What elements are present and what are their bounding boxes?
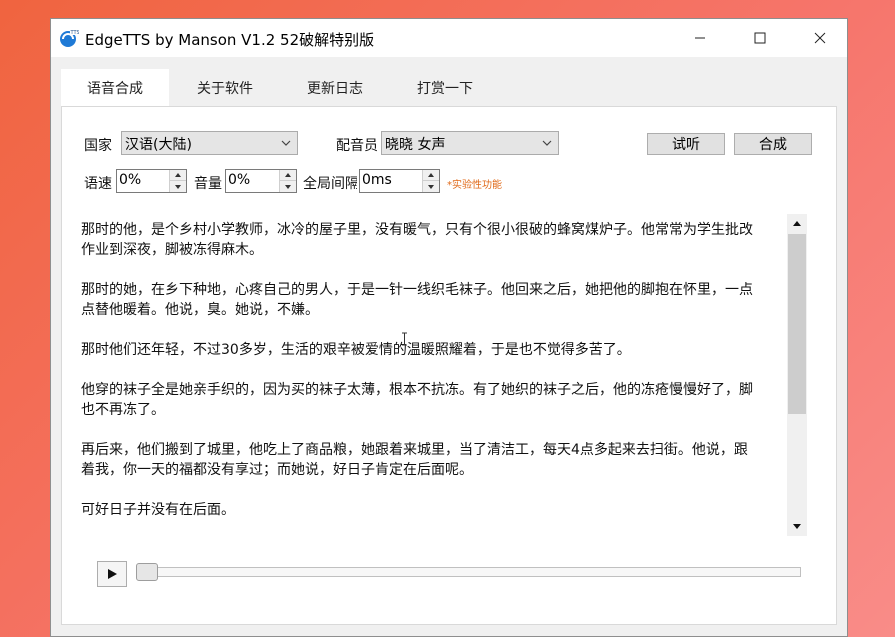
scrollbar-thumb[interactable] xyxy=(788,234,806,414)
spin-down-icon[interactable] xyxy=(280,181,296,192)
maximize-button[interactable] xyxy=(737,19,783,57)
close-button[interactable] xyxy=(797,19,843,57)
chevron-down-icon xyxy=(542,140,552,146)
scroll-down-icon[interactable] xyxy=(789,518,805,534)
volume-label: 音量 xyxy=(194,176,222,192)
volume-value: 0% xyxy=(228,172,251,188)
text-paragraph: 再后来，他们搬到了城里，他吃上了商品粮，她跟着来城里，当了清洁工，每天4点多起来… xyxy=(81,442,748,478)
minimize-icon xyxy=(695,37,705,39)
text-paragraph: 那时他们还年轻，不过30多岁，生活的艰辛被爱情的温暖照耀着，于是也不觉得多苦了。 xyxy=(81,342,631,358)
pause-value: 0ms xyxy=(362,172,392,188)
text-paragraph: 那时的他，是个乡村小学教师，冰冷的屋子里，没有暖气，只有个很小很破的蜂窝煤炉子。… xyxy=(81,222,753,258)
chevron-down-icon xyxy=(281,140,291,146)
text-paragraph: 可好日子并没有在后面。 xyxy=(81,502,235,518)
synthesize-button[interactable]: 合成 xyxy=(734,133,812,155)
playback-progress-track[interactable] xyxy=(137,567,801,577)
app-window: TTS EdgeTTS by Manson V1.2 52破解特别版 语音合成 … xyxy=(50,18,848,637)
tab-changelog[interactable]: 更新日志 xyxy=(281,69,389,106)
text-scrollbar[interactable] xyxy=(787,214,807,536)
voice-select[interactable]: 晓晓 女声 xyxy=(381,131,559,155)
playback-progress-knob[interactable] xyxy=(136,563,158,581)
title-bar[interactable]: TTS EdgeTTS by Manson V1.2 52破解特别版 xyxy=(51,19,847,57)
country-label: 国家 xyxy=(84,138,112,154)
svg-text:TTS: TTS xyxy=(70,30,80,36)
rate-spinner[interactable]: 0% xyxy=(116,169,187,193)
pause-spinner[interactable]: 0ms xyxy=(359,169,440,193)
play-icon xyxy=(108,569,117,579)
country-value: 汉语(大陆) xyxy=(125,137,192,153)
volume-spinner[interactable]: 0% xyxy=(225,169,297,193)
close-icon xyxy=(814,32,826,44)
country-select[interactable]: 汉语(大陆) xyxy=(121,131,298,155)
spin-down-icon[interactable] xyxy=(423,181,439,192)
rate-label: 语速 xyxy=(84,176,112,192)
spin-up-icon[interactable] xyxy=(423,170,439,181)
spin-up-icon[interactable] xyxy=(280,170,296,181)
pause-label: 全局间隔 xyxy=(303,176,357,192)
rate-value: 0% xyxy=(119,172,142,188)
tab-speech-synthesis[interactable]: 语音合成 xyxy=(61,69,169,107)
text-input-area[interactable]: 那时的他，是个乡村小学教师，冰冷的屋子里，没有暖气，只有个很小很破的蜂窝煤炉子。… xyxy=(81,214,809,536)
voice-value: 晓晓 女声 xyxy=(385,137,446,153)
experimental-note: *实验性功能 xyxy=(447,180,502,191)
window-title: EdgeTTS by Manson V1.2 52破解特别版 xyxy=(85,31,375,49)
tab-donate[interactable]: 打赏一下 xyxy=(391,69,499,106)
spin-down-icon[interactable] xyxy=(170,181,186,192)
voice-label: 配音员 xyxy=(336,138,377,154)
tab-about[interactable]: 关于软件 xyxy=(171,69,279,106)
play-button[interactable] xyxy=(97,561,127,587)
text-paragraph: 那时的她，在乡下种地，心疼自己的男人，于是一针一线织毛袜子。他回来之后，她把他的… xyxy=(81,282,753,318)
preview-button[interactable]: 试听 xyxy=(647,133,725,155)
tts-app-icon: TTS xyxy=(60,29,80,47)
text-cursor-icon xyxy=(402,332,407,346)
spin-up-icon[interactable] xyxy=(170,170,186,181)
minimize-button[interactable] xyxy=(677,19,723,57)
maximize-icon xyxy=(754,32,766,44)
text-paragraph: 他穿的袜子全是她亲手织的，因为买的袜子太薄，根本不抗冻。有了她织的袜子之后，他的… xyxy=(81,382,753,418)
scroll-up-icon[interactable] xyxy=(789,216,805,232)
